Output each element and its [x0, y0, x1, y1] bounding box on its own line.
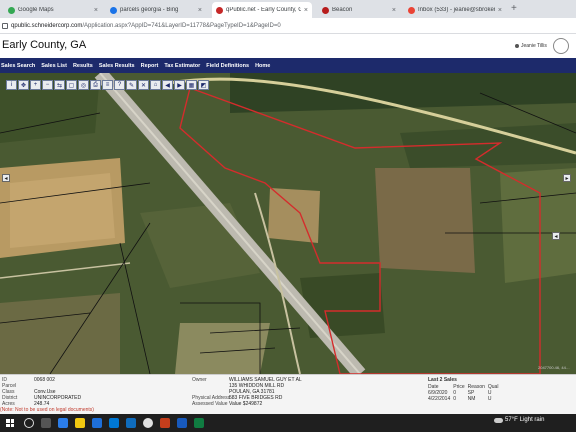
- nav-sales-results[interactable]: Sales Results: [99, 63, 141, 69]
- close-icon[interactable]: ×: [198, 7, 202, 14]
- forward-icon[interactable]: ▶: [174, 80, 185, 90]
- sales-table: Last 2 Sales Date Price Reason Qual 6/9/…: [428, 377, 576, 402]
- info-icon[interactable]: i: [6, 80, 17, 90]
- bing-icon: [110, 6, 117, 14]
- map-icon[interactable]: ▦: [186, 80, 197, 90]
- back-icon[interactable]: ◀: [162, 80, 173, 90]
- aerial-icon[interactable]: ◩: [198, 80, 209, 90]
- parcel-id: 0068 002: [34, 377, 55, 383]
- clear-icon[interactable]: ✕: [138, 80, 149, 90]
- store-icon[interactable]: [109, 418, 119, 428]
- identify-icon[interactable]: ?: [114, 80, 125, 90]
- file-explorer-icon[interactable]: [75, 418, 85, 428]
- gmail-icon: [408, 6, 415, 14]
- app-header: Early County, GA Jeanie Tillis: [0, 34, 576, 58]
- map-coordinates: 2047700.46, 44…: [538, 365, 570, 370]
- browser-tab-bar: Google Maps × parcels georgia - Bing × q…: [0, 0, 576, 18]
- tab-qpublic[interactable]: qPublic.net - Early County, GA - ×: [212, 2, 312, 18]
- zoom-out-icon[interactable]: −: [42, 80, 53, 90]
- print-icon[interactable]: ⎙: [90, 80, 101, 90]
- nav-home[interactable]: Home: [255, 63, 276, 69]
- measure-icon[interactable]: ⇆: [54, 80, 65, 90]
- user-icon: [515, 44, 519, 48]
- lock-icon: [2, 22, 8, 29]
- map-toolbar: i ✥ + − ⇆ ▢ ◎ ⎙ ≡ ? ✎ ✕ ⌂ ◀ ▶ ▦ ◩: [6, 80, 209, 91]
- url-text[interactable]: qpublic.schneidercorp.com/Application.as…: [11, 23, 281, 29]
- chrome-icon[interactable]: [143, 418, 153, 428]
- draw-icon[interactable]: ✎: [126, 80, 137, 90]
- pan-icon[interactable]: ✥: [18, 80, 29, 90]
- windows-start-icon[interactable]: [6, 419, 14, 427]
- close-icon[interactable]: ×: [392, 7, 396, 14]
- edge-icon[interactable]: [58, 418, 68, 428]
- new-tab-button[interactable]: +: [511, 3, 517, 14]
- table-row: 4/22/2014 0 NM U: [428, 396, 492, 402]
- tab-google-maps[interactable]: Google Maps ×: [4, 2, 102, 18]
- close-icon[interactable]: ×: [498, 7, 502, 14]
- windows-taskbar: 57°F Light rain: [0, 414, 576, 432]
- powerpoint-icon[interactable]: [160, 418, 170, 428]
- layers-icon[interactable]: ≡: [102, 80, 113, 90]
- close-icon[interactable]: ×: [94, 7, 98, 14]
- word-icon[interactable]: [177, 418, 187, 428]
- main-nav: Sales Search Sales List Results Sales Re…: [0, 58, 576, 73]
- select-icon[interactable]: ▢: [66, 80, 77, 90]
- nav-sales-list[interactable]: Sales List: [41, 63, 73, 69]
- dropbox-icon[interactable]: [92, 418, 102, 428]
- weather-widget[interactable]: 57°F Light rain: [494, 417, 544, 423]
- excel-icon[interactable]: [194, 418, 204, 428]
- legal-note: (Note: Not to be used on legal documents…: [0, 407, 94, 413]
- schneider-logo: [553, 38, 569, 54]
- nav-report[interactable]: Report: [141, 63, 165, 69]
- tab-beacon[interactable]: Beacon ×: [318, 2, 400, 18]
- page-title: Early County, GA: [2, 39, 87, 51]
- collapse-panel-icon[interactable]: ◂: [552, 232, 560, 240]
- aerial-imagery[interactable]: [0, 73, 576, 374]
- user-menu[interactable]: Jeanie Tillis: [515, 43, 547, 49]
- tab-inbox[interactable]: Inbox (533) - jeanie@sbroker0... ×: [404, 2, 506, 18]
- nav-results[interactable]: Results: [73, 63, 99, 69]
- tab-bing[interactable]: parcels georgia - Bing ×: [106, 2, 206, 18]
- maps-icon: [8, 6, 15, 14]
- search-icon[interactable]: [24, 418, 34, 428]
- nav-field-definitions[interactable]: Field Definitions: [206, 63, 255, 69]
- task-view-icon[interactable]: [41, 418, 51, 428]
- beacon-icon: [322, 6, 329, 14]
- mail-icon[interactable]: [126, 418, 136, 428]
- zoom-in-icon[interactable]: +: [30, 80, 41, 90]
- rain-cloud-icon: [494, 417, 503, 423]
- home-icon[interactable]: ⌂: [150, 80, 161, 90]
- nav-sales-search[interactable]: Sales Search: [0, 63, 41, 69]
- close-icon[interactable]: ×: [304, 7, 308, 14]
- aerial-map[interactable]: [0, 73, 576, 374]
- qpublic-icon: [216, 6, 223, 14]
- address-bar[interactable]: qpublic.schneidercorp.com/Application.as…: [0, 18, 576, 34]
- pan-left-icon[interactable]: ◂: [2, 174, 10, 182]
- parcel-info-panel: ID Parcel Class District Acres 0068 002 …: [0, 374, 576, 414]
- buffer-icon[interactable]: ◎: [78, 80, 89, 90]
- pan-right-icon[interactable]: ▸: [563, 174, 571, 182]
- nav-tax-estimator[interactable]: Tax Estimator: [164, 63, 206, 69]
- assessed-value: Value $249872: [229, 401, 263, 407]
